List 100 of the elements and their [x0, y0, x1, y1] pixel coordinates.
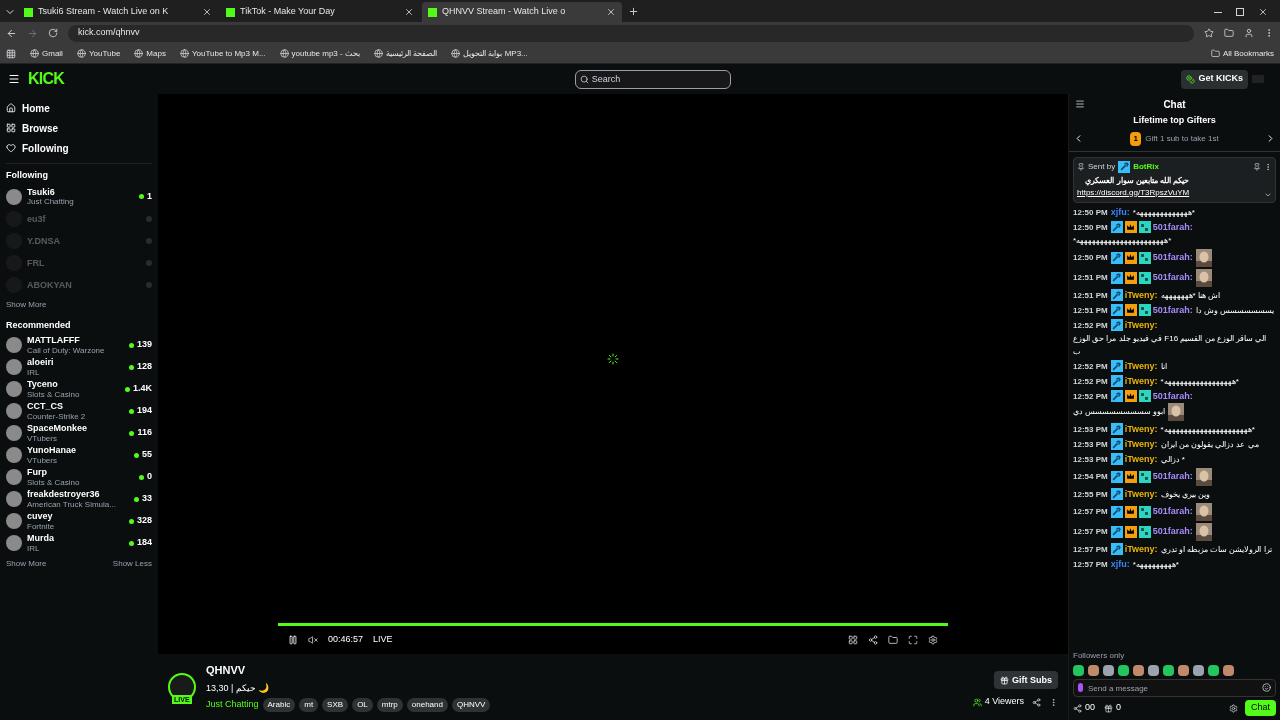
bookmark[interactable]: بوابة التحويل MP3...: [463, 47, 528, 60]
all-bookmarks-link[interactable]: All Bookmarks: [1222, 47, 1274, 60]
username[interactable]: 501farah:: [1152, 389, 1193, 403]
show-more-link[interactable]: Show More: [6, 298, 152, 311]
username[interactable]: iTweny:: [1124, 288, 1158, 302]
bookmark[interactable]: الصفحة الرئيسية: [385, 47, 438, 60]
username[interactable]: 501farah:: [1152, 303, 1193, 317]
bookmark[interactable]: Maps: [146, 47, 166, 60]
layout-icon[interactable]: [848, 635, 858, 645]
live-indicator[interactable]: LIVE: [373, 633, 393, 647]
tag[interactable]: onehand: [406, 698, 448, 712]
username[interactable]: 501farah:: [1152, 505, 1193, 518]
more-icon[interactable]: [1049, 697, 1058, 707]
video-player[interactable]: 00:46:57 LIVE: [158, 94, 1068, 654]
collapse-chat-icon[interactable]: [1075, 99, 1085, 109]
username[interactable]: iTweny:: [1124, 542, 1158, 556]
next-icon[interactable]: [1265, 133, 1276, 144]
profile-icon[interactable]: [1244, 28, 1254, 38]
bookmark[interactable]: YouTube to Mp3 M...: [191, 47, 266, 60]
emote-icon[interactable]: [1178, 665, 1189, 676]
username[interactable]: iTweny:: [1124, 487, 1158, 501]
emote-icon[interactable]: [1103, 665, 1114, 676]
emote-icon[interactable]: [1118, 665, 1129, 676]
channel-name[interactable]: aloeiri: [27, 356, 124, 367]
username[interactable]: 501farah:: [1152, 271, 1193, 284]
emote-icon[interactable]: [1088, 665, 1099, 676]
username[interactable]: iTweny:: [1124, 452, 1158, 466]
pause-icon[interactable]: [288, 635, 298, 645]
message-field[interactable]: Send a message: [1073, 679, 1276, 697]
username[interactable]: iTweny:: [1124, 318, 1158, 332]
reload-icon[interactable]: [48, 28, 58, 38]
browser-tab[interactable]: QHNVV Stream - Watch Live o: [422, 2, 622, 22]
share-icon[interactable]: [1032, 697, 1041, 707]
channel-name[interactable]: QHNVV: [206, 662, 491, 679]
emote-icon[interactable]: [1163, 665, 1174, 676]
username[interactable]: iTweny:: [1124, 437, 1158, 451]
tag[interactable]: Arabic: [262, 698, 296, 712]
username[interactable]: xjfu:: [1110, 205, 1130, 219]
category-link[interactable]: Just Chatting: [206, 698, 259, 712]
tag[interactable]: SXB: [322, 698, 349, 712]
emote-icon[interactable]: [1133, 665, 1144, 676]
browser-tab[interactable]: TikTok - Make Your Day: [220, 2, 420, 22]
menu-icon[interactable]: [8, 73, 20, 85]
bookmark[interactable]: youtube mp3 - بحث: [291, 47, 360, 60]
pin-icon[interactable]: [1253, 162, 1261, 171]
channel-name[interactable]: Murda: [27, 532, 124, 543]
minimize-icon[interactable]: [1214, 11, 1222, 13]
apps-icon[interactable]: [6, 48, 16, 59]
emote-icon[interactable]: [1193, 665, 1204, 676]
search-field[interactable]: Search: [574, 69, 731, 89]
get-kicks-button[interactable]: Get KICKs: [1181, 69, 1248, 89]
username[interactable]: 501farah:: [1152, 220, 1193, 234]
fullscreen-icon[interactable]: [908, 635, 918, 645]
channel-name[interactable]: MATTLAFFF: [27, 334, 124, 345]
emote-icon[interactable]: [1223, 665, 1234, 676]
points-count[interactable]: 00: [1085, 701, 1095, 715]
new-tab-icon[interactable]: [628, 6, 639, 17]
username[interactable]: iTweny:: [1124, 374, 1158, 388]
close-icon[interactable]: [606, 7, 616, 17]
gift-subs-button[interactable]: Gift Subs: [994, 671, 1058, 690]
nav-item[interactable]: Browse: [22, 120, 59, 136]
close-icon[interactable]: [1258, 7, 1268, 17]
tag[interactable]: mt: [299, 698, 319, 712]
more-icon[interactable]: [1264, 162, 1272, 171]
maximize-icon[interactable]: [1236, 8, 1244, 16]
bookmark-star-icon[interactable]: [1204, 28, 1214, 38]
mute-icon[interactable]: [308, 635, 318, 645]
username[interactable]: xjfu:: [1110, 557, 1130, 571]
nav-item[interactable]: Following: [22, 140, 69, 156]
username[interactable]: iTweny:: [1124, 359, 1158, 373]
settings-icon[interactable]: [1229, 703, 1238, 713]
username[interactable]: 501farah:: [1152, 470, 1193, 483]
kick-logo[interactable]: KICK: [28, 67, 64, 91]
username[interactable]: 501farah:: [1152, 251, 1193, 264]
show-more-link[interactable]: Show More: [6, 558, 47, 570]
discord-link[interactable]: https://discord.gg/T3RpszVuYM: [1077, 186, 1190, 199]
nav-item[interactable]: Home: [22, 100, 50, 116]
channel-name[interactable]: Tyceno: [27, 378, 120, 389]
emote-icon[interactable]: [1208, 665, 1219, 676]
tag[interactable]: mtrp: [376, 698, 403, 712]
channel-name[interactable]: YunoHanae: [27, 444, 129, 455]
tag[interactable]: OL: [352, 698, 373, 712]
channel-name[interactable]: CCT_CS: [27, 400, 124, 411]
bookmark[interactable]: YouTube: [88, 47, 121, 60]
tag[interactable]: QHNVV: [451, 698, 491, 712]
show-less-link[interactable]: Show Less: [112, 558, 152, 570]
emote-icon[interactable]: [1148, 665, 1159, 676]
extensions-icon[interactable]: [1224, 28, 1234, 38]
close-icon[interactable]: [202, 7, 212, 17]
settings-icon[interactable]: [928, 635, 938, 645]
bookmark[interactable]: Gmail: [42, 47, 63, 60]
channel-name[interactable]: SpaceMonkee: [27, 422, 125, 433]
channel-name[interactable]: cuvey: [27, 510, 124, 521]
share-icon[interactable]: [868, 635, 878, 645]
browser-tab[interactable]: Tsuki6 Stream - Watch Live on K: [18, 2, 218, 22]
channel-name[interactable]: Furp: [27, 466, 134, 477]
channel-name[interactable]: Tsuki6: [27, 186, 134, 197]
username[interactable]: 501farah:: [1152, 525, 1193, 538]
back-icon[interactable]: [6, 27, 17, 39]
username[interactable]: iTweny:: [1124, 422, 1158, 436]
